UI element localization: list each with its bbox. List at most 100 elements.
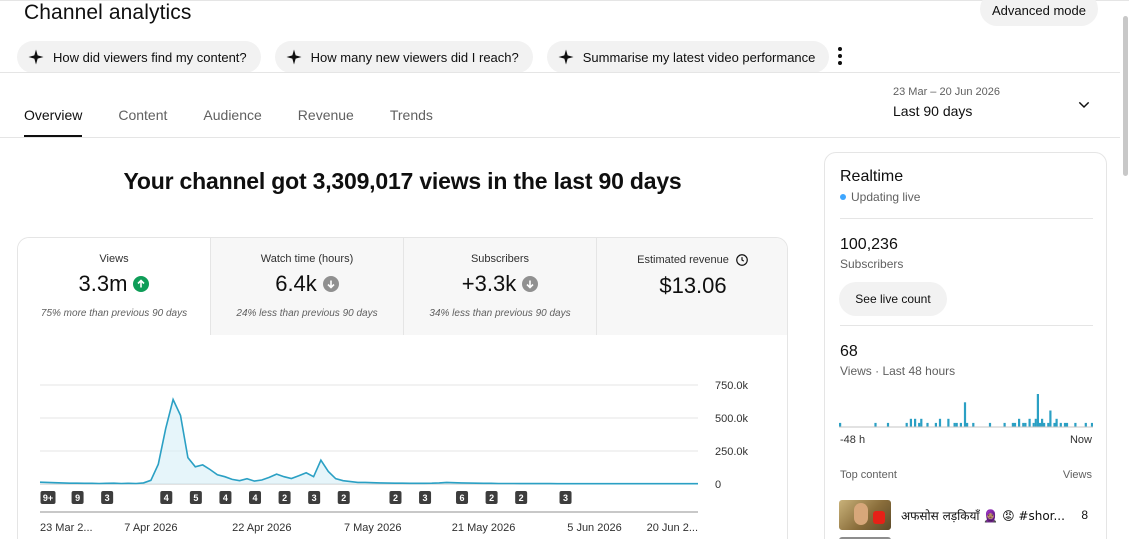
chevron-down-icon[interactable] <box>1076 97 1092 113</box>
realtime-bar <box>988 422 992 427</box>
upload-marker-label: 2 <box>489 493 494 503</box>
realtime-views-value: 68 <box>840 343 858 360</box>
see-live-count-button[interactable]: See live count <box>839 282 947 316</box>
tab-overview[interactable]: Overview <box>24 107 83 137</box>
suggestion-chip[interactable]: How many new viewers did I reach? <box>274 41 533 73</box>
realtime-bar <box>1024 422 1027 427</box>
x-tick-label: 5 Jun 2026 <box>567 522 621 534</box>
top-content-item[interactable]: अफसोस लड़कियाँ 🧕🏽 😡 #shor... 8 <box>839 500 1094 530</box>
upload-marker-label: 9+ <box>43 493 53 503</box>
more-options-icon[interactable] <box>832 44 848 68</box>
tab-bar: Overview Content Audience Revenue Trends <box>24 107 469 137</box>
page-title: Channel analytics <box>24 1 192 24</box>
upload-marker-label: 4 <box>164 493 169 503</box>
y-tick-label: 0 <box>715 479 721 491</box>
upload-marker-label: 3 <box>423 493 428 503</box>
x-tick-label: 22 Apr 2026 <box>232 522 291 534</box>
views-series-area <box>40 399 698 484</box>
sparkle-icon <box>28 49 44 65</box>
scrollbar-thumb[interactable] <box>1123 16 1128 176</box>
realtime-axis-start: -48 h <box>840 434 866 446</box>
video-views: 8 <box>1081 508 1088 522</box>
suggestion-chip-label: How did viewers find my content? <box>53 49 247 65</box>
realtime-bar <box>1013 422 1017 427</box>
scrollbar[interactable] <box>1121 16 1129 539</box>
realtime-bar <box>920 418 923 428</box>
upload-marker-label: 3 <box>312 493 317 503</box>
realtime-bar <box>1043 422 1046 427</box>
realtime-bar <box>1055 418 1058 428</box>
date-range-selector[interactable]: 23 Mar – 20 Jun 2026 Last 90 days <box>893 86 1000 119</box>
realtime-views-chart[interactable] <box>839 389 1093 429</box>
subscriber-count: 100,236 <box>840 236 898 253</box>
realtime-bar <box>938 418 942 428</box>
tab-content[interactable]: Content <box>118 107 167 137</box>
upload-marker-label: 3 <box>105 493 110 503</box>
upload-marker-label: 2 <box>393 493 398 503</box>
y-tick-label: 500.0k <box>715 413 749 425</box>
y-tick-label: 250.0k <box>715 446 749 458</box>
realtime-bar <box>1059 422 1062 427</box>
views-chart[interactable]: 750.0k 500.0k 250.0k 0 9+ 9 3 4 5 4 4 2 3 2 2 3 6 2 2 3 23 M… <box>18 238 788 539</box>
realtime-bar <box>926 422 929 427</box>
views-headline: Your channel got 3,309,017 views in the … <box>123 168 682 194</box>
divider <box>0 72 1120 73</box>
upload-marker-label: 2 <box>341 493 346 503</box>
realtime-bar <box>918 422 921 427</box>
realtime-bar <box>953 422 956 427</box>
realtime-bar <box>1018 418 1021 428</box>
upload-marker-label: 6 <box>460 493 465 503</box>
realtime-bar <box>1047 422 1050 427</box>
realtime-bar <box>1049 410 1052 427</box>
realtime-bar <box>1065 422 1069 427</box>
realtime-axis-end: Now <box>1069 434 1092 446</box>
realtime-bar <box>1022 422 1025 427</box>
advanced-mode-button[interactable]: Advanced mode <box>980 0 1098 26</box>
y-tick-label: 750.0k <box>715 380 749 392</box>
realtime-bar <box>1036 394 1039 427</box>
realtime-views-label: Views · Last 48 hours <box>840 364 956 378</box>
suggestion-chips: How did viewers find my content? How man… <box>17 41 830 73</box>
realtime-bar <box>1090 422 1093 427</box>
shorts-icon <box>873 511 885 524</box>
realtime-bar <box>1034 418 1037 428</box>
realtime-title: Realtime <box>840 168 904 185</box>
upload-marker-label: 4 <box>223 493 228 503</box>
tab-trends[interactable]: Trends <box>390 107 433 137</box>
realtime-bar <box>914 418 917 428</box>
realtime-bar <box>1041 418 1044 428</box>
suggestion-chip[interactable]: Summarise my latest video performance <box>546 41 830 73</box>
sparkle-icon <box>286 49 302 65</box>
live-dot-icon <box>840 194 846 200</box>
views-series-line <box>39 397 698 485</box>
realtime-bar <box>966 422 969 427</box>
suggestion-chip-label: How many new viewers did I reach? <box>310 49 519 65</box>
realtime-bar <box>839 422 842 427</box>
realtime-bar <box>947 418 950 428</box>
video-title: अफसोस लड़कियाँ 🧕🏽 😡 #shor... <box>901 508 1065 523</box>
x-tick-label: 7 May 2026 <box>344 522 401 534</box>
x-tick-label: 20 Jun 2... <box>647 522 698 534</box>
realtime-bar <box>1032 422 1035 427</box>
divider <box>0 137 1120 138</box>
upload-marker-label: 9 <box>75 493 80 503</box>
tab-audience[interactable]: Audience <box>203 107 261 137</box>
subscriber-count-label: Subscribers <box>840 257 904 271</box>
realtime-bar <box>955 422 958 427</box>
realtime-bar <box>934 422 937 427</box>
suggestion-chip[interactable]: How did viewers find my content? <box>17 41 261 73</box>
realtime-bar <box>972 422 975 427</box>
date-range-dates: 23 Mar – 20 Jun 2026 <box>893 86 1001 98</box>
tab-revenue[interactable]: Revenue <box>298 107 354 137</box>
realtime-bar <box>959 422 962 427</box>
x-tick-label: 7 Apr 2026 <box>124 522 177 534</box>
sparkle-icon <box>558 49 574 65</box>
realtime-bar <box>1084 422 1087 427</box>
realtime-card: Realtime Updating live 100,236 Subscribe… <box>824 152 1107 539</box>
realtime-bar <box>1063 422 1067 427</box>
realtime-bar <box>1003 422 1006 427</box>
upload-marker-label: 4 <box>253 493 258 503</box>
top-content-label: Top content <box>840 469 897 481</box>
upload-marker-label: 2 <box>519 493 524 503</box>
realtime-bar <box>1053 422 1056 427</box>
